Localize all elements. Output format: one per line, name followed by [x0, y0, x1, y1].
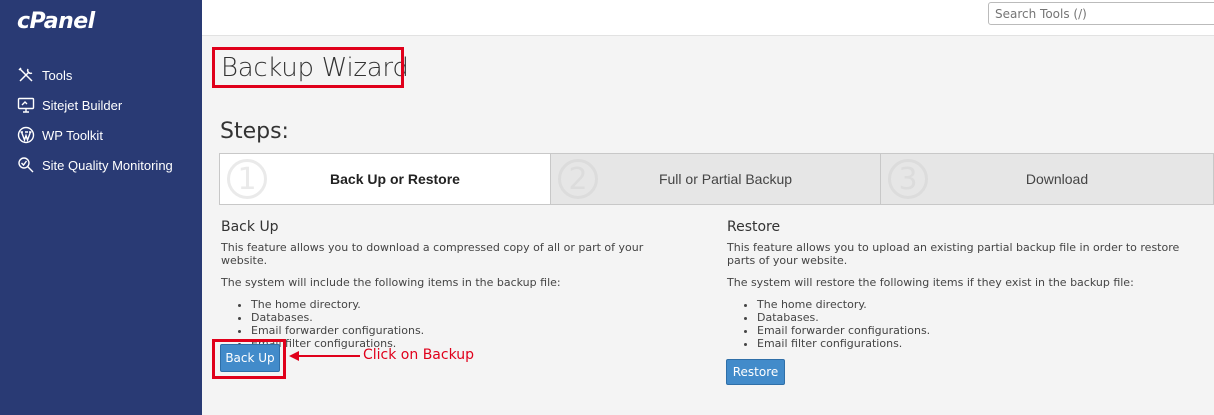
list-item: Email filter configurations.: [757, 337, 1202, 350]
cpanel-logo[interactable]: cPanel: [17, 9, 95, 34]
sidebar-item-wp-toolkit[interactable]: WP Toolkit: [0, 120, 202, 150]
sidebar-item-sitejet[interactable]: Sitejet Builder: [0, 90, 202, 120]
sidebar-item-label: Site Quality Monitoring: [42, 157, 173, 173]
step-number: 3: [888, 159, 928, 199]
step-number: 1: [227, 159, 267, 199]
backup-items-list: The home directory. Databases. Email for…: [251, 298, 681, 350]
annotation-label: Click on Backup: [363, 347, 475, 363]
list-item: Databases.: [757, 311, 1202, 324]
backup-heading: Back Up: [221, 219, 279, 235]
restore-intro: The system will restore the following it…: [727, 276, 1134, 289]
list-item: Email forwarder configurations.: [251, 324, 681, 337]
sidebar-item-label: Tools: [42, 67, 73, 83]
restore-heading: Restore: [727, 219, 781, 235]
backup-intro: The system will include the following it…: [221, 276, 561, 289]
sidebar-item-tools[interactable]: Tools: [0, 60, 202, 90]
restore-section: Restore This feature allows you to uploa…: [727, 219, 1202, 350]
restore-button[interactable]: Restore: [726, 359, 785, 385]
step-back-up-or-restore[interactable]: 1 Back Up or Restore: [220, 154, 551, 204]
restore-description: This feature allows you to upload an exi…: [727, 241, 1180, 267]
top-bar: [202, 0, 1214, 36]
sidebar-item-label: WP Toolkit: [42, 127, 103, 143]
search-input[interactable]: [988, 2, 1214, 25]
annotation-arrow-icon: [289, 351, 360, 361]
sidebar-item-site-quality[interactable]: Site Quality Monitoring: [0, 150, 202, 180]
wizard-steps: 1 Back Up or Restore 2 Full or Partial B…: [219, 153, 1214, 205]
sidebar-nav: Tools Sitejet Builder WP Toolkit Site Qu…: [0, 60, 202, 180]
sidebar: cPanel Tools Sitejet Builder WP Toolkit …: [0, 0, 202, 415]
backup-section: Back Up This feature allows you to downl…: [221, 219, 681, 350]
list-item: Databases.: [251, 311, 681, 324]
step-label: Back Up or Restore: [330, 171, 460, 187]
step-full-or-partial-backup[interactable]: 2 Full or Partial Backup: [551, 154, 881, 204]
restore-items-list: The home directory. Databases. Email for…: [757, 298, 1202, 350]
steps-heading: Steps:: [220, 119, 289, 144]
site-quality-icon: [18, 157, 34, 173]
list-item: The home directory.: [251, 298, 681, 311]
wordpress-icon: [17, 126, 35, 144]
step-label: Full or Partial Backup: [658, 171, 793, 187]
monitor-icon: [17, 97, 35, 113]
list-item: Email forwarder configurations.: [757, 324, 1202, 337]
title-highlight-box: [212, 47, 404, 88]
backup-description: This feature allows you to download a co…: [221, 241, 644, 267]
sidebar-item-label: Sitejet Builder: [42, 97, 123, 113]
step-number: 2: [558, 159, 598, 199]
step-download[interactable]: 3 Download: [881, 154, 1214, 204]
backup-button-highlight-box: [212, 339, 286, 379]
tools-icon: [18, 67, 33, 82]
step-label: Download: [1025, 171, 1089, 187]
list-item: The home directory.: [757, 298, 1202, 311]
